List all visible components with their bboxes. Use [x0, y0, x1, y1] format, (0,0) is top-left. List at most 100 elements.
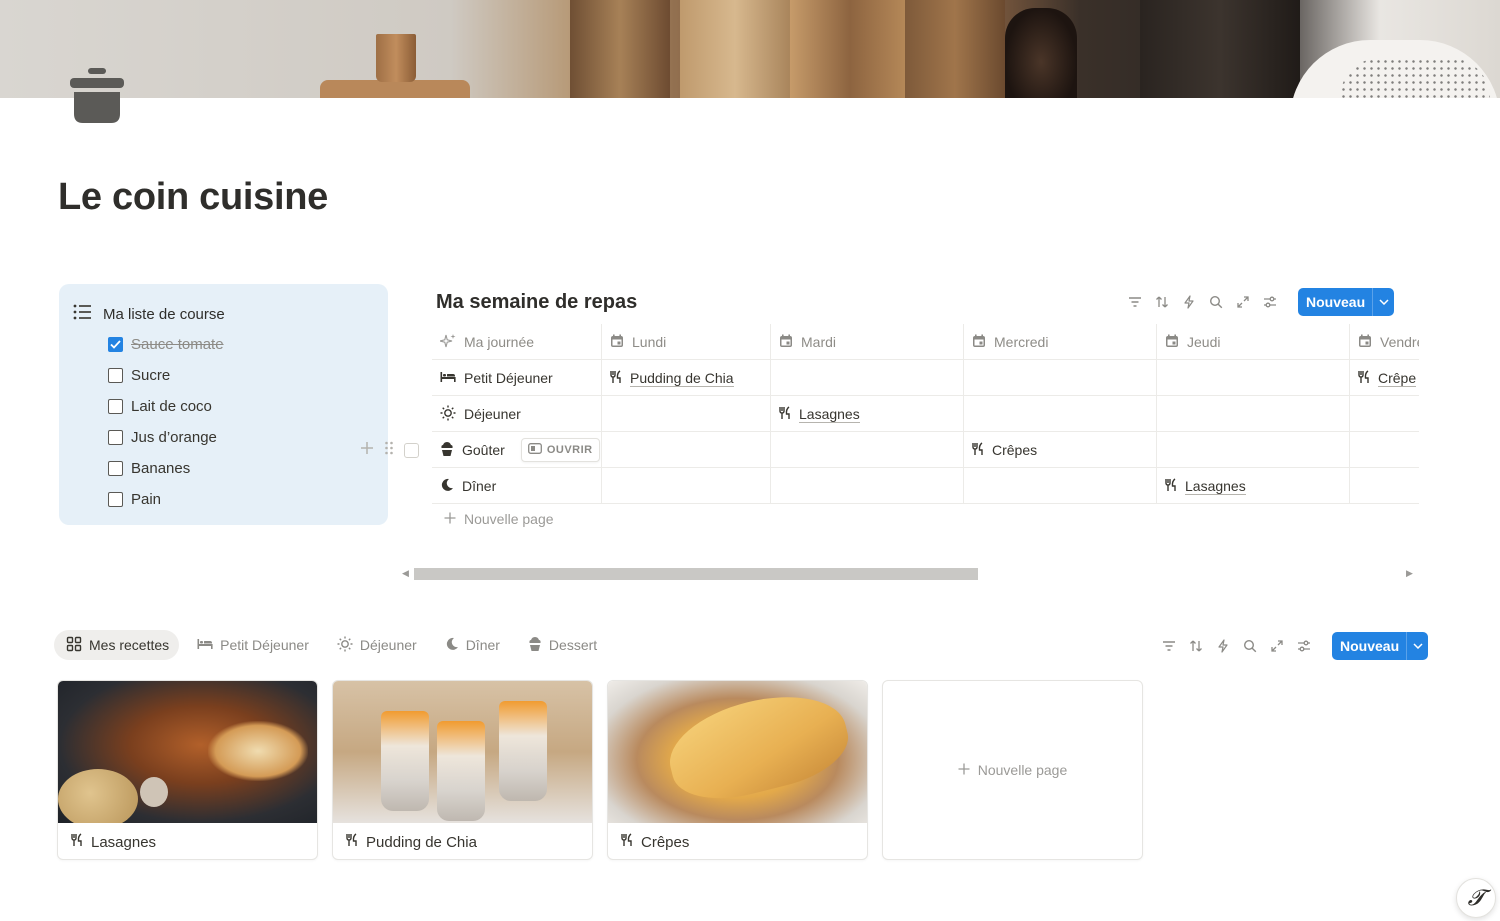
- recipe-card[interactable]: Pudding de Chia: [332, 680, 593, 860]
- cupcake-icon: [528, 636, 542, 655]
- add-row-icon[interactable]: [360, 441, 374, 460]
- new-recipe-button[interactable]: Nouveau: [1332, 632, 1429, 660]
- column-header[interactable]: Ma journée: [432, 324, 602, 360]
- settings-sliders-icon[interactable]: [1261, 293, 1279, 311]
- cooking-pot-icon[interactable]: [66, 66, 128, 126]
- table-cell[interactable]: [964, 396, 1157, 432]
- table-cell[interactable]: Crêpes: [964, 432, 1157, 468]
- filter-icon[interactable]: [1126, 293, 1144, 311]
- open-page-button[interactable]: OUVRIR: [520, 438, 600, 462]
- relation-link[interactable]: Lasagnes: [799, 406, 860, 423]
- table-cell[interactable]: [771, 360, 964, 396]
- help-assistant-icon[interactable]: 𝓣: [1456, 878, 1496, 918]
- table-cell[interactable]: [602, 396, 771, 432]
- filter-icon[interactable]: [1160, 637, 1178, 655]
- table-cell[interactable]: [1157, 396, 1350, 432]
- settings-sliders-icon[interactable]: [1295, 637, 1313, 655]
- table-cell[interactable]: [1157, 360, 1350, 396]
- relation-link[interactable]: Crêpes: [992, 442, 1037, 458]
- shopping-list-title: Ma liste de course: [103, 306, 225, 323]
- database-title[interactable]: Ma semaine de repas: [436, 291, 637, 314]
- table-cell[interactable]: [964, 468, 1157, 504]
- moon-icon: [440, 478, 454, 495]
- tab-diner[interactable]: Dîner: [433, 630, 510, 660]
- automation-bolt-icon[interactable]: [1214, 637, 1232, 655]
- column-header[interactable]: Jeudi: [1157, 324, 1350, 360]
- relation-link[interactable]: Lasagnes: [1185, 478, 1246, 495]
- sort-icon[interactable]: [1153, 293, 1171, 311]
- recipe-card[interactable]: Crêpes: [607, 680, 868, 860]
- page-title[interactable]: Le coin cuisine: [58, 176, 328, 219]
- checkbox[interactable]: [108, 368, 123, 383]
- row-title-cell[interactable]: Dîner: [432, 468, 602, 504]
- image-detail: [140, 777, 168, 807]
- row-title-cell[interactable]: Petit Déjeuner: [432, 360, 602, 396]
- horizontal-scrollbar[interactable]: ◀ ▶: [402, 566, 1414, 582]
- todo-item[interactable]: Bananes: [108, 460, 190, 477]
- column-header[interactable]: Mardi: [771, 324, 964, 360]
- table-cell[interactable]: [771, 468, 964, 504]
- todo-item[interactable]: Sucre: [108, 367, 170, 384]
- drag-handle-icon[interactable]: [384, 440, 394, 461]
- fork-knife-icon: [1165, 477, 1177, 495]
- table-cell[interactable]: [602, 468, 771, 504]
- row-title-cell[interactable]: Goûter OUVRIR: [432, 432, 602, 468]
- new-button-label[interactable]: Nouveau: [1298, 288, 1372, 316]
- expand-icon[interactable]: [1234, 293, 1252, 311]
- table-cell[interactable]: Crêpe: [1350, 360, 1419, 396]
- row-title-cell[interactable]: Déjeuner: [432, 396, 602, 432]
- tab-dessert[interactable]: Dessert: [516, 630, 607, 660]
- chevron-down-icon[interactable]: [1372, 288, 1394, 316]
- column-header[interactable]: Mercredi: [964, 324, 1157, 360]
- page-cover-image[interactable]: [0, 0, 1500, 98]
- todo-label: Pain: [131, 491, 162, 508]
- search-icon[interactable]: [1207, 293, 1225, 311]
- checkbox[interactable]: [108, 461, 123, 476]
- recipe-card[interactable]: Lasagnes: [57, 680, 318, 860]
- scroll-right-arrow-icon[interactable]: ▶: [1406, 568, 1413, 579]
- search-icon[interactable]: [1241, 637, 1259, 655]
- automation-bolt-icon[interactable]: [1180, 293, 1198, 311]
- relation-link[interactable]: Crêpe: [1378, 370, 1417, 387]
- todo-item[interactable]: Lait de coco: [108, 398, 212, 415]
- table-cell[interactable]: Lasagnes: [771, 396, 964, 432]
- tab-mes-recettes[interactable]: Mes recettes: [54, 630, 180, 660]
- relation-link[interactable]: Pudding de Chia: [630, 370, 734, 387]
- scrollbar-thumb[interactable]: [414, 568, 978, 580]
- chevron-down-icon[interactable]: [1406, 632, 1428, 660]
- tab-petit-dejeuner[interactable]: Petit Déjeuner: [185, 630, 319, 660]
- table-cell[interactable]: Lasagnes: [1157, 468, 1350, 504]
- checkbox[interactable]: [108, 399, 123, 414]
- checkbox-checked[interactable]: [108, 337, 123, 352]
- expand-icon[interactable]: [1268, 637, 1286, 655]
- recipe-cover-image: [608, 681, 867, 823]
- new-page-row-button[interactable]: Nouvelle page: [444, 511, 554, 527]
- tab-dejeuner[interactable]: Déjeuner: [325, 630, 427, 660]
- table-cell[interactable]: [1350, 396, 1419, 432]
- todo-item[interactable]: Sauce tomate: [108, 336, 224, 353]
- table-cell[interactable]: [1350, 468, 1419, 504]
- table-cell[interactable]: Pudding de Chia: [602, 360, 771, 396]
- row-label: Petit Déjeuner: [464, 370, 553, 386]
- new-entry-button[interactable]: Nouveau: [1298, 288, 1395, 316]
- new-recipe-card[interactable]: Nouvelle page: [882, 680, 1143, 860]
- table-cell[interactable]: [1157, 432, 1350, 468]
- table-cell[interactable]: [964, 360, 1157, 396]
- recipe-cover-image: [333, 681, 592, 823]
- checkbox[interactable]: [108, 430, 123, 445]
- tab-label: Mes recettes: [89, 637, 170, 653]
- new-button-label[interactable]: Nouveau: [1332, 632, 1406, 660]
- todo-item[interactable]: Jus d’orange: [108, 429, 217, 446]
- table-cell[interactable]: [771, 432, 964, 468]
- row-hover-controls: [360, 440, 419, 461]
- row-select-checkbox[interactable]: [404, 443, 419, 458]
- todo-item[interactable]: Pain: [108, 491, 161, 508]
- checkbox[interactable]: [108, 492, 123, 507]
- cover-board: [790, 0, 910, 98]
- column-header[interactable]: Vendre: [1350, 324, 1419, 360]
- scroll-left-arrow-icon[interactable]: ◀: [402, 568, 409, 579]
- table-cell[interactable]: [1350, 432, 1419, 468]
- sort-icon[interactable]: [1187, 637, 1205, 655]
- column-header[interactable]: Lundi: [602, 324, 771, 360]
- table-cell[interactable]: [602, 432, 771, 468]
